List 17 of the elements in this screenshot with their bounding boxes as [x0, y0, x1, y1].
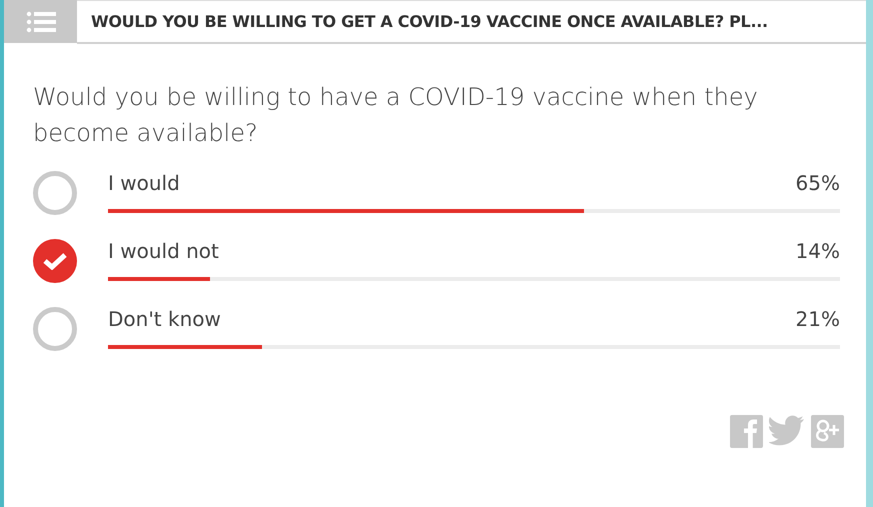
poll-title: WOULD YOU BE WILLING TO GET A COVID-19 VACCINE ONCE AVAILABLE? PL...	[91, 12, 768, 31]
option-label: I would	[108, 171, 180, 197]
bird-icon[interactable]	[769, 415, 805, 446]
percentage: 14%	[796, 239, 840, 265]
option-label: Don't know	[108, 307, 221, 333]
option-label: I would not	[108, 239, 219, 265]
google-plus-icon[interactable]	[811, 415, 844, 448]
radio-button[interactable]	[33, 239, 77, 283]
radio-button[interactable]	[33, 171, 77, 215]
radio-button[interactable]	[33, 307, 77, 351]
percentage: 65%	[796, 171, 840, 197]
menu-button[interactable]	[4, 0, 77, 43]
poll-question: Would you be willing to have a COVID-19 vaccine when they become available?	[33, 82, 759, 149]
check-icon	[43, 252, 67, 270]
menu-icon	[26, 10, 56, 32]
percentage: 21%	[796, 307, 840, 333]
facebook-icon[interactable]	[730, 415, 763, 448]
